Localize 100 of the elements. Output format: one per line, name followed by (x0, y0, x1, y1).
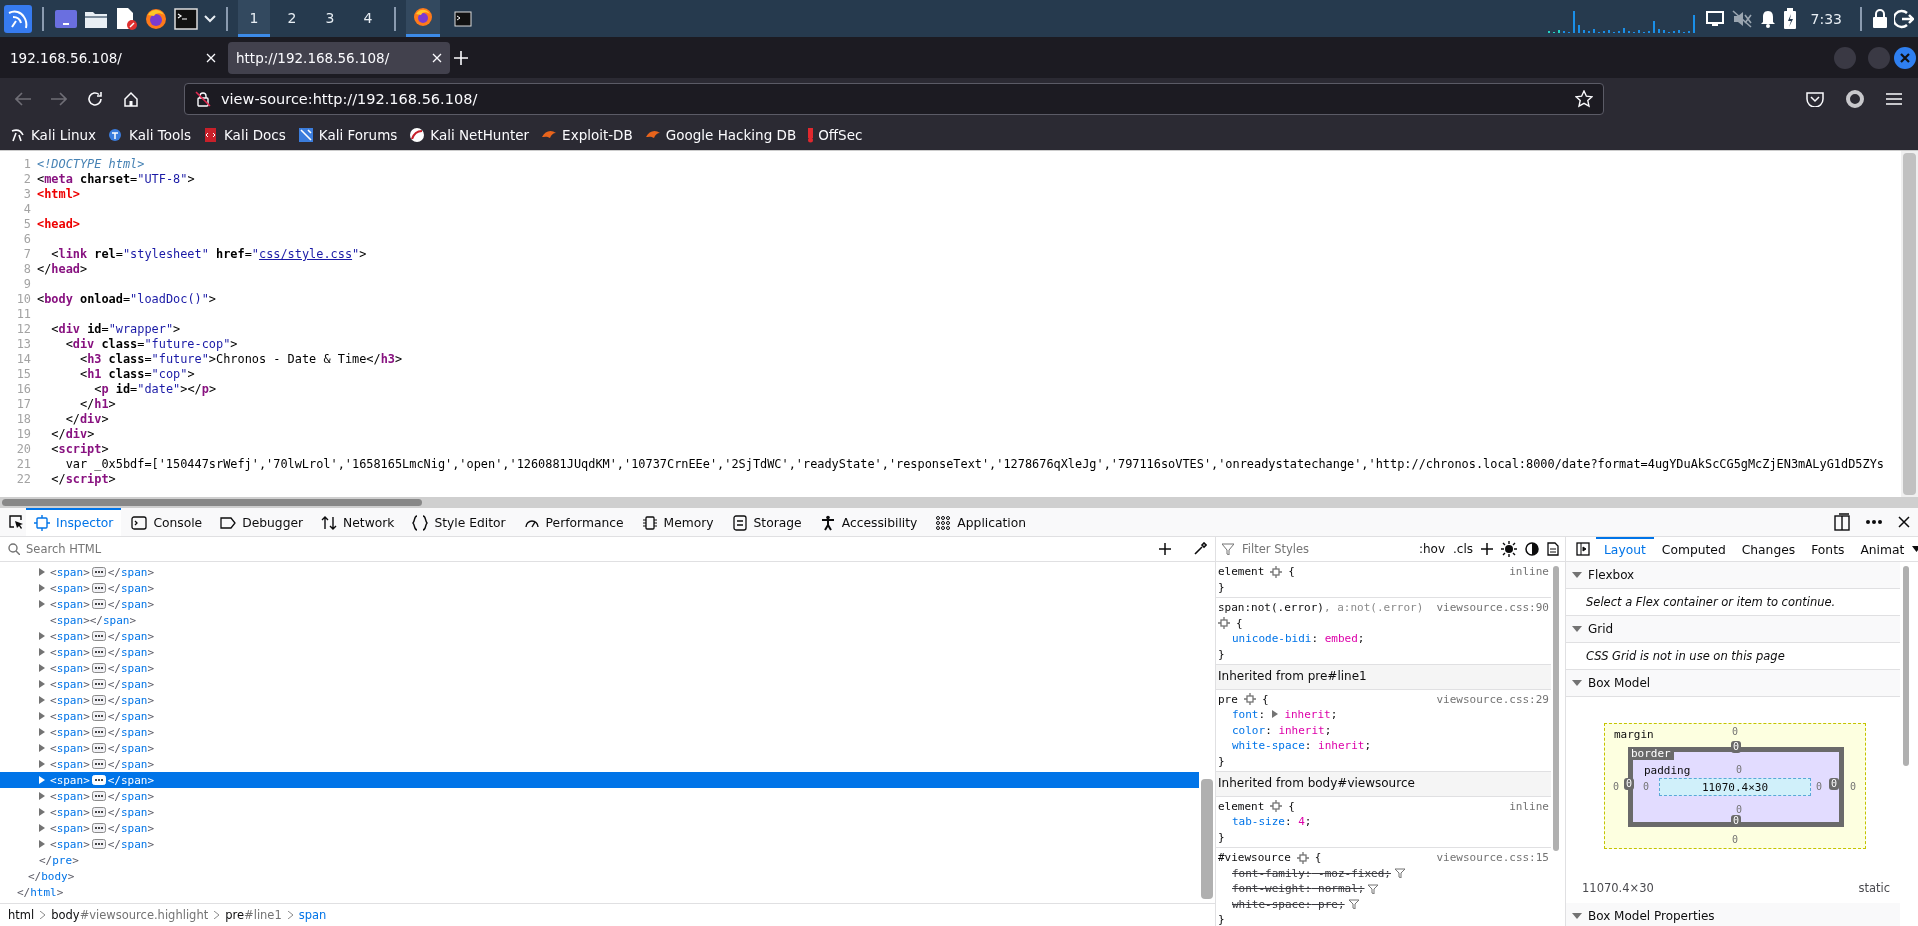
rule-source[interactable]: viewsource.css:15 (1436, 850, 1549, 866)
markup-row[interactable]: </body> (0, 868, 1199, 884)
devtools-tab[interactable]: Accessibility (811, 508, 926, 536)
workspace-button[interactable]: 4 (352, 0, 384, 37)
chevron-down-icon[interactable] (204, 14, 216, 23)
selector-icon[interactable] (1270, 800, 1283, 813)
selector-icon[interactable] (1243, 693, 1256, 706)
reload-icon[interactable] (87, 91, 103, 107)
ellipsis-badge-icon[interactable] (91, 727, 106, 737)
link[interactable]: css/style.css (259, 247, 353, 261)
sun-icon[interactable] (1501, 541, 1517, 557)
scrollbar[interactable] (0, 497, 1918, 508)
element-picker-icon[interactable] (8, 514, 24, 530)
devtools-tab[interactable]: Network (313, 508, 403, 536)
markup-row[interactable]: <span> </span> (0, 788, 1199, 804)
devtools-tab[interactable]: Inspector (26, 508, 122, 536)
new-tab-icon[interactable] (454, 50, 468, 65)
collapse-icon[interactable] (1572, 624, 1582, 634)
devtools-tab[interactable]: Debugger (212, 508, 312, 536)
filter-icon[interactable] (1348, 899, 1359, 910)
markup-row[interactable]: <span> </span> (0, 628, 1199, 644)
document-icon[interactable] (114, 6, 138, 31)
breadcrumb[interactable]: html (8, 908, 35, 922)
ellipsis-badge-icon[interactable] (91, 583, 106, 593)
markup-row[interactable]: </pre> (0, 852, 1199, 868)
devtools-tab[interactable]: Style Editor (404, 508, 514, 536)
devtools-tab[interactable]: Storage (723, 508, 810, 536)
terminal-icon[interactable] (174, 7, 198, 30)
bookmark-link[interactable]: Kali Linux (10, 127, 97, 143)
close-icon[interactable] (1898, 516, 1910, 528)
expand-icon[interactable] (1271, 710, 1278, 718)
mute-icon[interactable] (1730, 8, 1753, 29)
star-icon[interactable] (1575, 90, 1593, 108)
back-icon[interactable] (15, 92, 31, 106)
ellipsis-badge-icon[interactable] (91, 743, 106, 753)
markup-row[interactable]: <span> </span> (0, 772, 1199, 788)
collapse-icon[interactable] (1572, 911, 1582, 921)
markup-row[interactable]: <span> </span> (0, 724, 1199, 740)
selector-icon[interactable] (1270, 565, 1283, 578)
sidebar-tab[interactable]: Animat (1852, 537, 1913, 561)
cls-toggle[interactable]: .cls (1453, 542, 1473, 556)
markup-row[interactable]: <span> </span> (0, 660, 1199, 676)
breadcrumb[interactable]: body#viewsource.highlight (51, 908, 209, 922)
devtools-tab[interactable]: Performance (515, 508, 632, 536)
ellipsis-badge-icon[interactable] (91, 679, 106, 689)
ellipsis-badge-icon[interactable] (91, 759, 106, 769)
markup-row[interactable]: <span> </span> (0, 740, 1199, 756)
section-header[interactable]: Box Model (1566, 670, 1900, 697)
rule-source[interactable]: inline (1509, 798, 1549, 814)
markup-row[interactable]: <span> </span> (0, 564, 1199, 580)
selector-icon[interactable] (1218, 617, 1230, 630)
markup-row[interactable]: <span> </span> (0, 836, 1199, 852)
collapse-icon[interactable] (1572, 570, 1582, 580)
markup-row[interactable]: <span> </span> (0, 756, 1199, 772)
devtools-tab[interactable]: Application (927, 508, 1035, 536)
workspace-button[interactable]: 2 (276, 0, 308, 37)
collapse-icon[interactable] (1572, 678, 1582, 688)
window-icon[interactable] (54, 7, 78, 30)
terminal-icon[interactable] (454, 10, 472, 27)
battery-icon[interactable] (1782, 7, 1797, 30)
devtools-tab[interactable]: Console (123, 508, 211, 536)
ellipsis-badge-icon[interactable] (91, 807, 106, 817)
rule-source[interactable]: viewsource.css:29 (1436, 691, 1549, 707)
ellipsis-badge-icon[interactable] (91, 823, 106, 833)
bookmark-link[interactable]: Kali NetHunter (409, 127, 530, 143)
markup-row[interactable]: <span> </span> (0, 596, 1199, 612)
workspace-button[interactable]: 3 (314, 0, 346, 37)
markup-row[interactable]: <span> </span> (0, 644, 1199, 660)
markup-row[interactable]: <span> </span> (0, 692, 1199, 708)
ellipsis-badge-icon[interactable] (91, 695, 106, 705)
breadcrumb[interactable]: span (298, 908, 327, 922)
search-field[interactable]: Search HTML (26, 542, 1153, 556)
pocket-icon[interactable] (1806, 91, 1824, 107)
hov-toggle[interactable]: :hov (1418, 542, 1445, 556)
markup-row[interactable]: <span> </span> (0, 820, 1199, 836)
bookmark-link[interactable]: Kali Tools (108, 127, 191, 143)
sidebar-tab[interactable]: Changes (1733, 537, 1804, 561)
bookmark-link[interactable]: OffSec (808, 127, 863, 143)
filter-field[interactable]: Filter Styles (1242, 542, 1411, 556)
rule-source[interactable]: inline (1509, 564, 1549, 580)
logout-icon[interactable] (1894, 8, 1914, 29)
eyedropper-icon[interactable] (1193, 542, 1207, 556)
markup-row[interactable]: <span> </span> (0, 708, 1199, 724)
markup-row[interactable]: <span> </span> (0, 580, 1199, 596)
document-icon[interactable] (1547, 542, 1559, 556)
bookmark-link[interactable]: Kali Forums (297, 127, 398, 143)
selector-icon[interactable] (1296, 851, 1309, 864)
browser-tab[interactable]: 192.168.56.108/ (2, 41, 224, 74)
lock-icon[interactable] (1872, 8, 1888, 29)
home-icon[interactable] (123, 91, 139, 107)
workspace-button[interactable]: 1 (238, 0, 270, 37)
more-icon[interactable] (1866, 520, 1882, 524)
ellipsis-badge-icon[interactable] (91, 663, 106, 673)
add-icon[interactable] (1159, 543, 1171, 555)
browser-tab[interactable]: http://192.168.56.108/ (228, 41, 450, 74)
sidebar-tab[interactable]: Computed (1653, 537, 1734, 561)
devtools-tab[interactable]: Memory (633, 508, 722, 536)
section-header[interactable]: Flexbox (1566, 562, 1900, 589)
forward-icon[interactable] (51, 92, 67, 106)
bookmark-link[interactable]: Google Hacking DB (644, 127, 797, 143)
